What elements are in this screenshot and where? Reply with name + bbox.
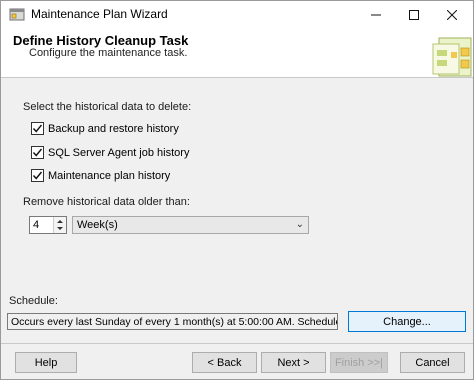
page-subtitle: Configure the maintenance task. [29,47,188,59]
checkbox-box[interactable] [31,122,44,135]
help-button[interactable]: Help [15,352,77,373]
schedule-description-field[interactable]: Occurs every last Sunday of every 1 mont… [7,313,338,330]
minimize-button[interactable] [357,1,395,28]
checkbox-box[interactable] [31,169,44,182]
close-button[interactable] [433,1,471,28]
spinner-buttons[interactable] [53,217,66,233]
next-button[interactable]: Next > [261,352,326,373]
title-bar[interactable]: Maintenance Plan Wizard [1,1,473,28]
checkbox-label: Maintenance plan history [48,169,171,182]
minimize-icon [371,14,381,15]
checkbox-label: SQL Server Agent job history [48,146,190,159]
maintenance-plan-history-checkbox[interactable]: Maintenance plan history [31,169,170,182]
chevron-down-icon[interactable]: ⌄ [296,219,304,230]
spinner-down-icon[interactable] [57,227,63,230]
agent-job-history-checkbox[interactable]: SQL Server Agent job history [31,146,189,159]
finish-button[interactable]: Finish >>| [330,352,388,373]
cancel-button[interactable]: Cancel [400,352,465,373]
wizard-window: Maintenance Plan Wizard Define History C… [0,0,474,380]
change-schedule-button[interactable]: Change... [348,311,466,332]
check-icon [32,124,43,133]
backup-restore-history-checkbox[interactable]: Backup and restore history [31,122,179,135]
spinner-up-icon[interactable] [57,220,63,223]
maximize-button[interactable] [395,1,433,28]
age-unit-value: Week(s) [77,219,118,231]
footer-divider [1,343,473,344]
checkbox-box[interactable] [31,146,44,159]
schedule-label: Schedule: [9,295,58,307]
check-icon [32,171,43,180]
remove-older-label: Remove historical data older than: [23,196,190,208]
wizard-header: Define History Cleanup Task Configure th… [1,28,473,78]
age-unit-dropdown[interactable]: Week(s) ⌄ [72,216,309,234]
maximize-icon [409,9,419,20]
check-icon [32,148,43,157]
window-title: Maintenance Plan Wizard [31,7,168,21]
select-data-label: Select the historical data to delete: [23,101,192,113]
age-amount-value[interactable]: 4 [33,219,39,231]
wizard-art-icon [432,37,472,77]
schedule-description: Occurs every last Sunday of every 1 mont… [11,316,338,328]
app-icon [9,8,25,21]
page-title: Define History Cleanup Task [13,33,189,48]
age-amount-spinner[interactable]: 4 [29,216,67,234]
close-icon [447,9,457,20]
checkbox-label: Backup and restore history [48,122,179,135]
back-button[interactable]: < Back [192,352,257,373]
